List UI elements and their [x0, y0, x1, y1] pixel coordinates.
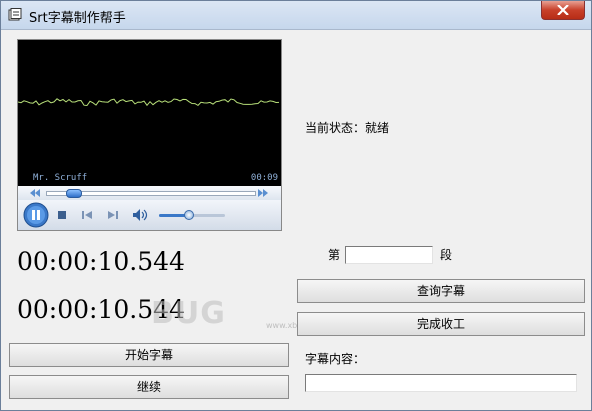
- subtitle-content-label: 字幕内容：: [305, 352, 366, 366]
- previous-icon[interactable]: [80, 209, 94, 221]
- close-button[interactable]: [541, 1, 585, 20]
- volume-icon[interactable]: [132, 208, 150, 222]
- segment-suffix-label: 段: [440, 248, 453, 262]
- continue-button[interactable]: 继续: [9, 375, 289, 399]
- window-title: Srt字幕制作帮手: [29, 11, 126, 26]
- segment-number-input[interactable]: [345, 246, 433, 264]
- elapsed-time: 00:09: [250, 173, 278, 183]
- query-subtitle-button[interactable]: 查询字幕: [297, 279, 585, 303]
- fast-forward-icon[interactable]: [257, 188, 269, 198]
- next-icon[interactable]: [106, 209, 120, 221]
- visualizer-waveform: [18, 98, 280, 107]
- track-name: Mr. Scruff: [33, 173, 88, 183]
- finish-button[interactable]: 完成收工: [297, 312, 585, 336]
- title-bar: Srt字幕制作帮手: [1, 1, 591, 30]
- volume-slider[interactable]: [159, 210, 225, 220]
- seek-thumb[interactable]: [66, 189, 83, 198]
- pause-icon[interactable]: [23, 202, 49, 228]
- player-controls: [18, 200, 281, 230]
- seek-track[interactable]: [46, 189, 256, 198]
- stop-icon[interactable]: [56, 209, 68, 221]
- volume-thumb[interactable]: [183, 210, 194, 220]
- close-icon: [557, 5, 569, 15]
- status-text: 当前状态：就绪: [305, 121, 390, 135]
- media-player[interactable]: Mr. Scruff 00:09: [17, 39, 282, 231]
- segment-prefix-label: 第: [328, 248, 341, 262]
- main-window: Srt字幕制作帮手 Mr. Scruff 00:09 当前状态：就绪 00:00…: [0, 0, 592, 411]
- subtitle-content-input[interactable]: [305, 374, 577, 392]
- seek-bar[interactable]: [18, 186, 281, 200]
- rewind-icon[interactable]: [29, 188, 41, 198]
- app-icon: [8, 8, 22, 21]
- start-timer: 00:00:10.544: [17, 247, 185, 276]
- watermark-logo: BUG: [151, 296, 226, 331]
- start-subtitle-button[interactable]: 开始字幕: [9, 343, 289, 367]
